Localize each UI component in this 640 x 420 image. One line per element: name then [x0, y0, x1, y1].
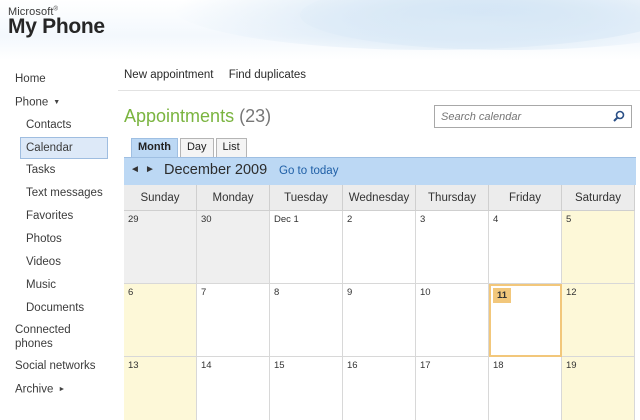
action-bar: New appointment Find duplicates	[124, 69, 318, 81]
go-to-today-link[interactable]: Go to today	[279, 165, 338, 177]
caret-down-icon: ▼	[53, 99, 61, 106]
calendar-week: 13 14 15 16 17 18 19	[124, 357, 636, 420]
sidebar-item-calendar[interactable]: Calendar	[20, 137, 108, 159]
day-number: 10	[420, 287, 431, 298]
find-duplicates-link[interactable]: Find duplicates	[229, 69, 306, 81]
weekday-header-row: Sunday Monday Tuesday Wednesday Thursday…	[124, 185, 636, 211]
new-appointment-link[interactable]: New appointment	[124, 69, 214, 81]
tab-month[interactable]: Month	[131, 138, 178, 158]
calendar-day[interactable]: 6	[124, 284, 197, 357]
day-number: 7	[201, 287, 207, 298]
tab-list[interactable]: List	[215, 138, 247, 157]
weekday-header: Sunday	[124, 185, 197, 211]
sidebar-item-videos[interactable]: Videos	[0, 251, 112, 274]
day-number: 30	[201, 214, 212, 225]
sidebar-item-tasks[interactable]: Tasks	[0, 159, 112, 182]
day-number: 17	[420, 360, 431, 371]
day-number: 18	[493, 360, 504, 371]
sidebar-item-phone[interactable]: Phone ▼	[0, 91, 112, 114]
caret-right-icon: ►	[58, 386, 66, 393]
month-navigation-bar: ◄ ► December 2009 Go to today	[124, 157, 636, 185]
calendar-grid: Sunday Monday Tuesday Wednesday Thursday…	[124, 185, 636, 420]
calendar-day[interactable]: 19	[562, 357, 635, 420]
sidebar-item-home[interactable]: Home	[0, 68, 112, 91]
weekday-header: Saturday	[562, 185, 635, 211]
day-number: Dec 1	[274, 214, 299, 225]
tab-day[interactable]: Day	[179, 138, 214, 157]
calendar-day[interactable]: 3	[416, 211, 489, 284]
day-number: 8	[274, 287, 280, 298]
divider	[118, 90, 640, 91]
search-box	[434, 105, 632, 128]
calendar-week: 29 30 Dec 1 2 3 4 5	[124, 211, 636, 284]
weekday-header: Monday	[197, 185, 270, 211]
calendar-day[interactable]: 10	[416, 284, 489, 357]
calendar-day[interactable]: 12	[562, 284, 635, 357]
day-number: 4	[493, 214, 499, 225]
calendar-day[interactable]: 5	[562, 211, 635, 284]
page-title: Appointments (23)	[124, 106, 272, 126]
calendar-day[interactable]: 8	[270, 284, 343, 357]
next-month-icon[interactable]: ►	[145, 164, 155, 175]
brand-product: My Phone	[8, 15, 105, 38]
calendar-day[interactable]: Dec 1	[270, 211, 343, 284]
calendar-day[interactable]: 7	[197, 284, 270, 357]
calendar-week: 6 7 8 9 10 11 12	[124, 284, 636, 357]
day-number: 3	[420, 214, 426, 225]
weekday-header: Tuesday	[270, 185, 343, 211]
appointment-count: (23)	[239, 106, 272, 126]
sidebar-item-connected-phones[interactable]: Connected phones	[0, 320, 112, 355]
sidebar-item-text-messages[interactable]: Text messages	[0, 182, 112, 205]
sidebar-item-archive[interactable]: Archive ►	[0, 378, 112, 401]
calendar-day[interactable]: 9	[343, 284, 416, 357]
day-number: 16	[347, 360, 358, 371]
calendar-day[interactable]: 29	[124, 211, 197, 284]
calendar-day[interactable]: 18	[489, 357, 562, 420]
sidebar-item-favorites[interactable]: Favorites	[0, 205, 112, 228]
search-input[interactable]	[435, 106, 605, 127]
calendar-day[interactable]: 15	[270, 357, 343, 420]
weekday-header: Wednesday	[343, 185, 416, 211]
day-number: 29	[128, 214, 139, 225]
month-label: December 2009	[164, 162, 268, 178]
calendar-day[interactable]: 16	[343, 357, 416, 420]
calendar-day[interactable]: 17	[416, 357, 489, 420]
previous-month-icon[interactable]: ◄	[130, 164, 140, 175]
sidebar-item-social-networks[interactable]: Social networks	[0, 355, 112, 378]
calendar-day[interactable]: 2	[343, 211, 416, 284]
sidebar-item-contacts[interactable]: Contacts	[0, 114, 112, 137]
sidebar-item-photos[interactable]: Photos	[0, 228, 112, 251]
day-number: 14	[201, 360, 212, 371]
day-number: 19	[566, 360, 577, 371]
view-tabs: Month Day List	[131, 138, 249, 158]
day-number: 5	[566, 214, 572, 225]
weekday-header: Thursday	[416, 185, 489, 211]
calendar-day[interactable]: 4	[489, 211, 562, 284]
today-day-number: 11	[493, 288, 512, 303]
weekday-header: Friday	[489, 185, 562, 211]
day-number: 15	[274, 360, 285, 371]
header-banner: Microsoft® My Phone	[0, 0, 640, 60]
sidebar-nav: Home Phone ▼ Contacts Calendar Tasks Text…	[0, 68, 112, 401]
magnifier-icon[interactable]	[613, 110, 625, 122]
day-number: 2	[347, 214, 353, 225]
brand-logo[interactable]: Microsoft® My Phone	[8, 6, 105, 39]
calendar-day[interactable]: 14	[197, 357, 270, 420]
sidebar-item-documents[interactable]: Documents	[0, 297, 112, 320]
day-number: 6	[128, 287, 134, 298]
calendar-day[interactable]: 13	[124, 357, 197, 420]
day-number: 13	[128, 360, 139, 371]
calendar-day[interactable]: 30	[197, 211, 270, 284]
sidebar-item-music[interactable]: Music	[0, 274, 112, 297]
day-number: 12	[566, 287, 577, 298]
day-number: 9	[347, 287, 353, 298]
calendar-day-today[interactable]: 11	[489, 284, 562, 357]
